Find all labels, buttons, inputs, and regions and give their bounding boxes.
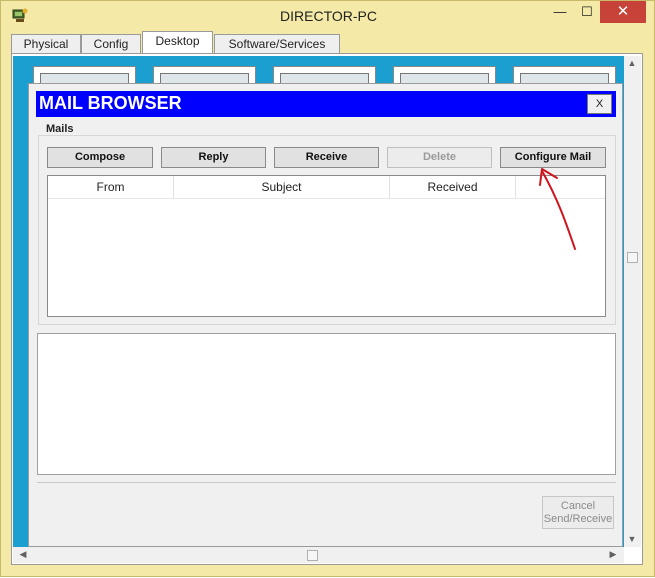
vertical-scrollbar[interactable]: ▲ ▼ <box>624 56 641 547</box>
horizontal-scrollbar[interactable]: ◀ ▶ <box>13 547 624 563</box>
maximize-button[interactable]: ☐ <box>574 1 600 23</box>
cancel-send-receive-button[interactable]: Cancel Send/Receive <box>542 496 614 529</box>
horizontal-scroll-thumb[interactable] <box>307 550 318 561</box>
scroll-up-arrow[interactable]: ▲ <box>624 58 640 68</box>
mails-group-label: Mails <box>46 123 74 135</box>
window: DIRECTOR-PC — ☐ ✕ Physical Config Deskto… <box>0 0 655 577</box>
cancel-button-line2: Send/Receive <box>543 513 613 525</box>
title-bar: DIRECTOR-PC — ☐ ✕ <box>1 1 655 31</box>
tab-config[interactable]: Config <box>81 34 141 53</box>
configure-mail-button[interactable]: Configure Mail <box>500 147 606 168</box>
reply-button[interactable]: Reply <box>161 147 266 168</box>
scroll-down-arrow[interactable]: ▼ <box>624 534 640 544</box>
close-window-button[interactable]: ✕ <box>600 1 646 23</box>
tab-physical[interactable]: Physical <box>11 34 81 53</box>
receive-button[interactable]: Receive <box>274 147 379 168</box>
scroll-left-arrow[interactable]: ◀ <box>15 549 31 560</box>
mail-preview-pane[interactable] <box>37 333 616 475</box>
column-header-received[interactable]: Received <box>390 176 516 199</box>
mail-browser-header: MAIL BROWSER X <box>36 91 616 117</box>
mail-close-button[interactable]: X <box>587 94 612 114</box>
compose-button[interactable]: Compose <box>47 147 153 168</box>
column-header-from[interactable]: From <box>48 176 174 199</box>
minimize-button[interactable]: — <box>546 1 574 23</box>
scroll-right-arrow[interactable]: ▶ <box>605 549 621 560</box>
cancel-button-line1: Cancel <box>560 500 596 512</box>
mail-list-table[interactable]: From Subject Received <box>47 175 606 317</box>
mail-browser-title: MAIL BROWSER <box>39 93 182 113</box>
delete-button[interactable]: Delete <box>387 147 492 168</box>
tab-desktop[interactable]: Desktop <box>142 31 213 54</box>
column-header-extra[interactable] <box>516 176 605 199</box>
divider <box>37 482 616 483</box>
column-header-subject[interactable]: Subject <box>174 176 390 199</box>
tab-software-services[interactable]: Software/Services <box>214 34 340 53</box>
vertical-scroll-thumb[interactable] <box>627 252 638 263</box>
